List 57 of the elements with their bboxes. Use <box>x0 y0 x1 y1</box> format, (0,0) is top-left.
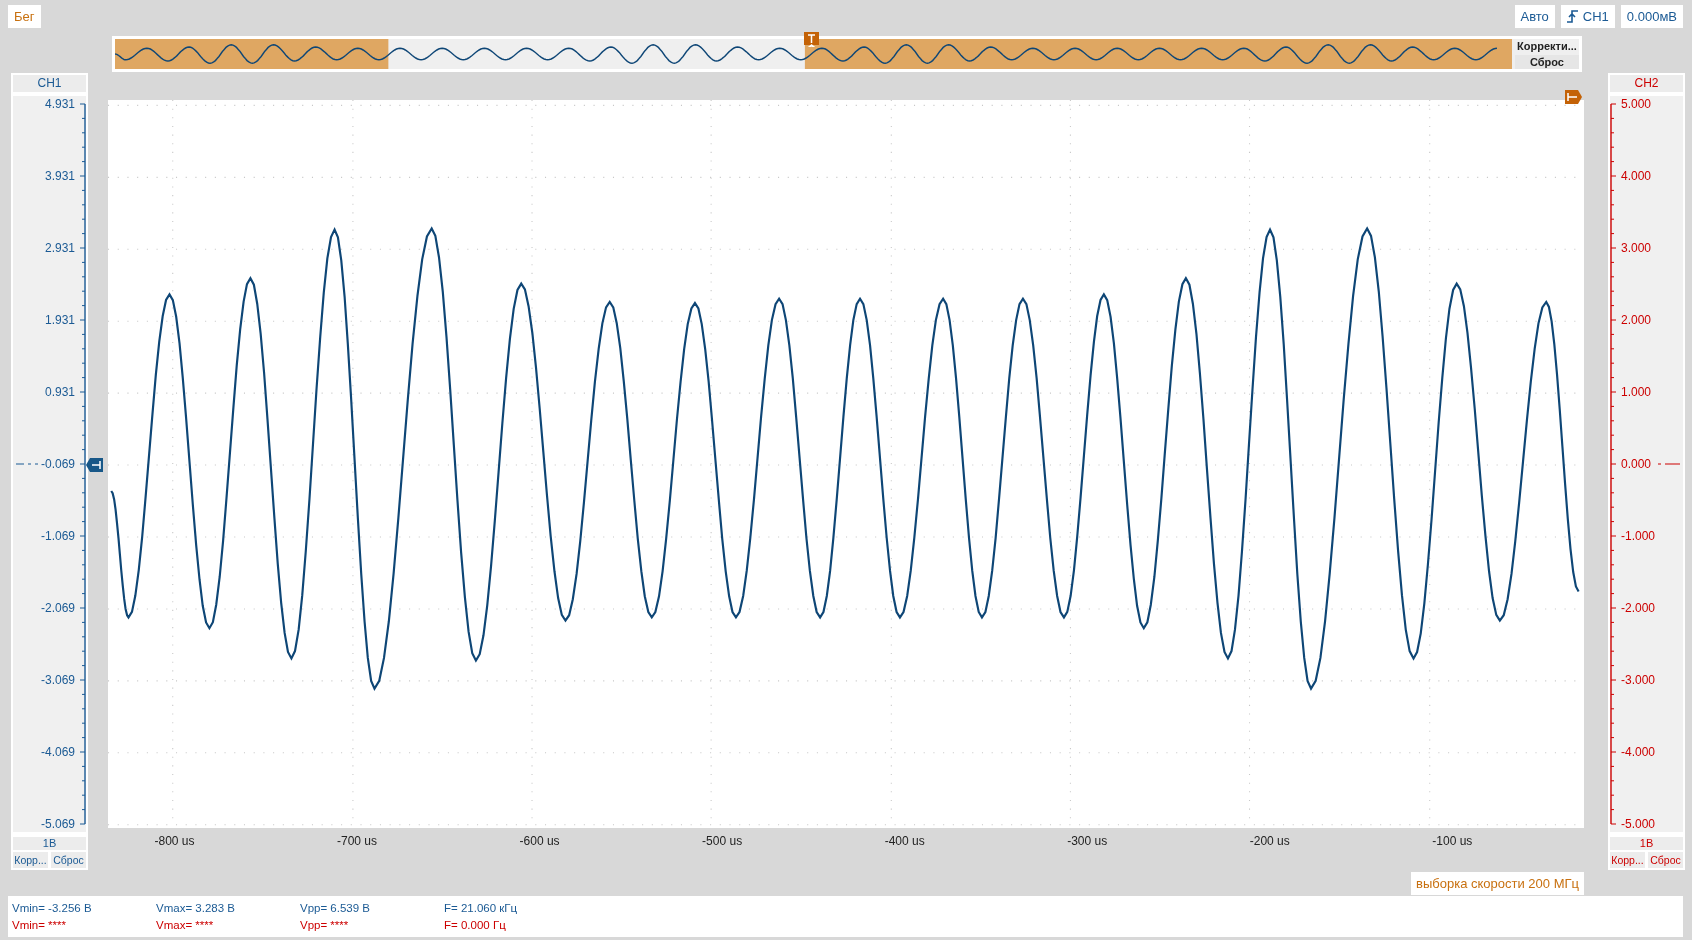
axis-tick-label: -3.069 <box>40 672 75 687</box>
axis-tick-label: 4.931 <box>44 96 75 111</box>
trigger-level-marker-icon[interactable] <box>1565 90 1582 104</box>
axis-tick-label: -5.000 <box>1621 816 1656 831</box>
channel-name: CH2 <box>1610 75 1683 92</box>
measurement-value: F= 21.060 кГц <box>444 900 519 916</box>
axis-tick-label: 2.000 <box>1621 312 1652 327</box>
time-axis-label: -300 us <box>1066 833 1109 850</box>
axis-tick-label: -1.000 <box>1621 528 1656 543</box>
axis-tick-label: -3.000 <box>1621 672 1656 687</box>
volts-per-division: 1В <box>13 836 86 851</box>
trigger-level-button[interactable]: 0.000мВ <box>1620 5 1683 28</box>
time-axis-label: -500 us <box>701 833 744 850</box>
time-axis-label: -200 us <box>1248 833 1291 850</box>
axis-tick-label: 3.000 <box>1621 240 1652 255</box>
axis-tick-label: -2.000 <box>1621 600 1656 615</box>
measurement-value: Vmin= -3.256 В <box>12 900 93 916</box>
time-axis-label: -400 us <box>883 833 926 850</box>
axis-tick-label: -2.069 <box>40 600 75 615</box>
axis-tick-label: 0.931 <box>44 384 75 399</box>
volts-per-division: 1В <box>1610 836 1683 851</box>
measurement-value: Vpp= **** <box>300 917 350 933</box>
measurement-value: Vmin= **** <box>12 917 67 933</box>
measurement-value: F= 0.000 Гц <box>444 917 507 933</box>
time-axis-label: -600 us <box>518 833 561 850</box>
zoom-correct-button[interactable]: Корректи... <box>1515 39 1579 53</box>
time-axis-label: -700 us <box>336 833 379 850</box>
channel-button[interactable]: Сброс <box>1648 852 1683 868</box>
axis-tick-label: -0.069 <box>40 456 75 471</box>
axis-tick-label: 1.000 <box>1621 384 1652 399</box>
axis-tick-label: -5.069 <box>40 816 75 831</box>
axis-tick-label: 3.931 <box>44 168 75 183</box>
axis-tick-label: -4.000 <box>1621 744 1656 759</box>
axis-tick-label: 2.931 <box>44 240 75 255</box>
axis-tick-label: -1.069 <box>40 528 75 543</box>
measurement-value: Vmax= 3.283 В <box>156 900 236 916</box>
sample-rate-label: выборка скорости 200 МГц <box>1411 872 1584 895</box>
rising-edge-icon <box>1566 10 1579 23</box>
channel-button[interactable]: Корр... <box>1610 852 1645 868</box>
axis-tick-label: 5.000 <box>1621 96 1652 111</box>
axis-tick-label: 4.000 <box>1621 168 1652 183</box>
channel-name: CH1 <box>13 75 86 92</box>
time-axis-label: -100 us <box>1431 833 1474 850</box>
trigger-mode-button[interactable]: Авто <box>1514 5 1555 28</box>
run-button[interactable]: Бег <box>8 5 41 28</box>
time-axis-label: -800 us <box>153 833 196 850</box>
ground-marker-icon[interactable] <box>86 457 103 472</box>
measurement-value: Vmax= **** <box>156 917 215 933</box>
axis-tick-label: 0.000 <box>1621 456 1652 471</box>
trigger-marker-icon[interactable] <box>803 32 819 47</box>
axis-tick-label: -4.069 <box>40 744 75 759</box>
axis-tick-label: 1.931 <box>44 312 75 327</box>
channel-button[interactable]: Сброс <box>51 852 86 868</box>
channel-button[interactable]: Корр... <box>13 852 48 868</box>
measurement-value: Vpp= 6.539 В <box>300 900 372 916</box>
trigger-source-button[interactable]: CH1 <box>1560 5 1615 28</box>
zoom-reset-button[interactable]: Сброс <box>1515 55 1579 69</box>
